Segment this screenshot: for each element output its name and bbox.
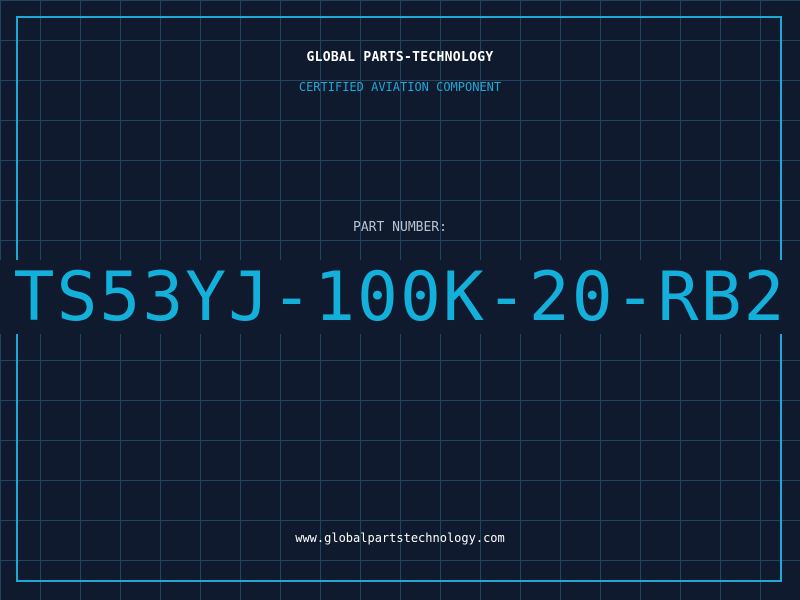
company-name: GLOBAL PARTS-TECHNOLOGY [306,50,494,65]
part-number-label: PART NUMBER: [353,220,447,235]
website-url: www.globalpartstechnology.com [295,531,505,545]
part-number-value: TS53YJ-100K-20-RB2 [13,258,787,337]
certification-tagline: CERTIFIED AVIATION COMPONENT [298,80,502,94]
part-label-card: GLOBAL PARTS-TECHNOLOGY CERTIFIED AVIATI… [0,0,800,600]
